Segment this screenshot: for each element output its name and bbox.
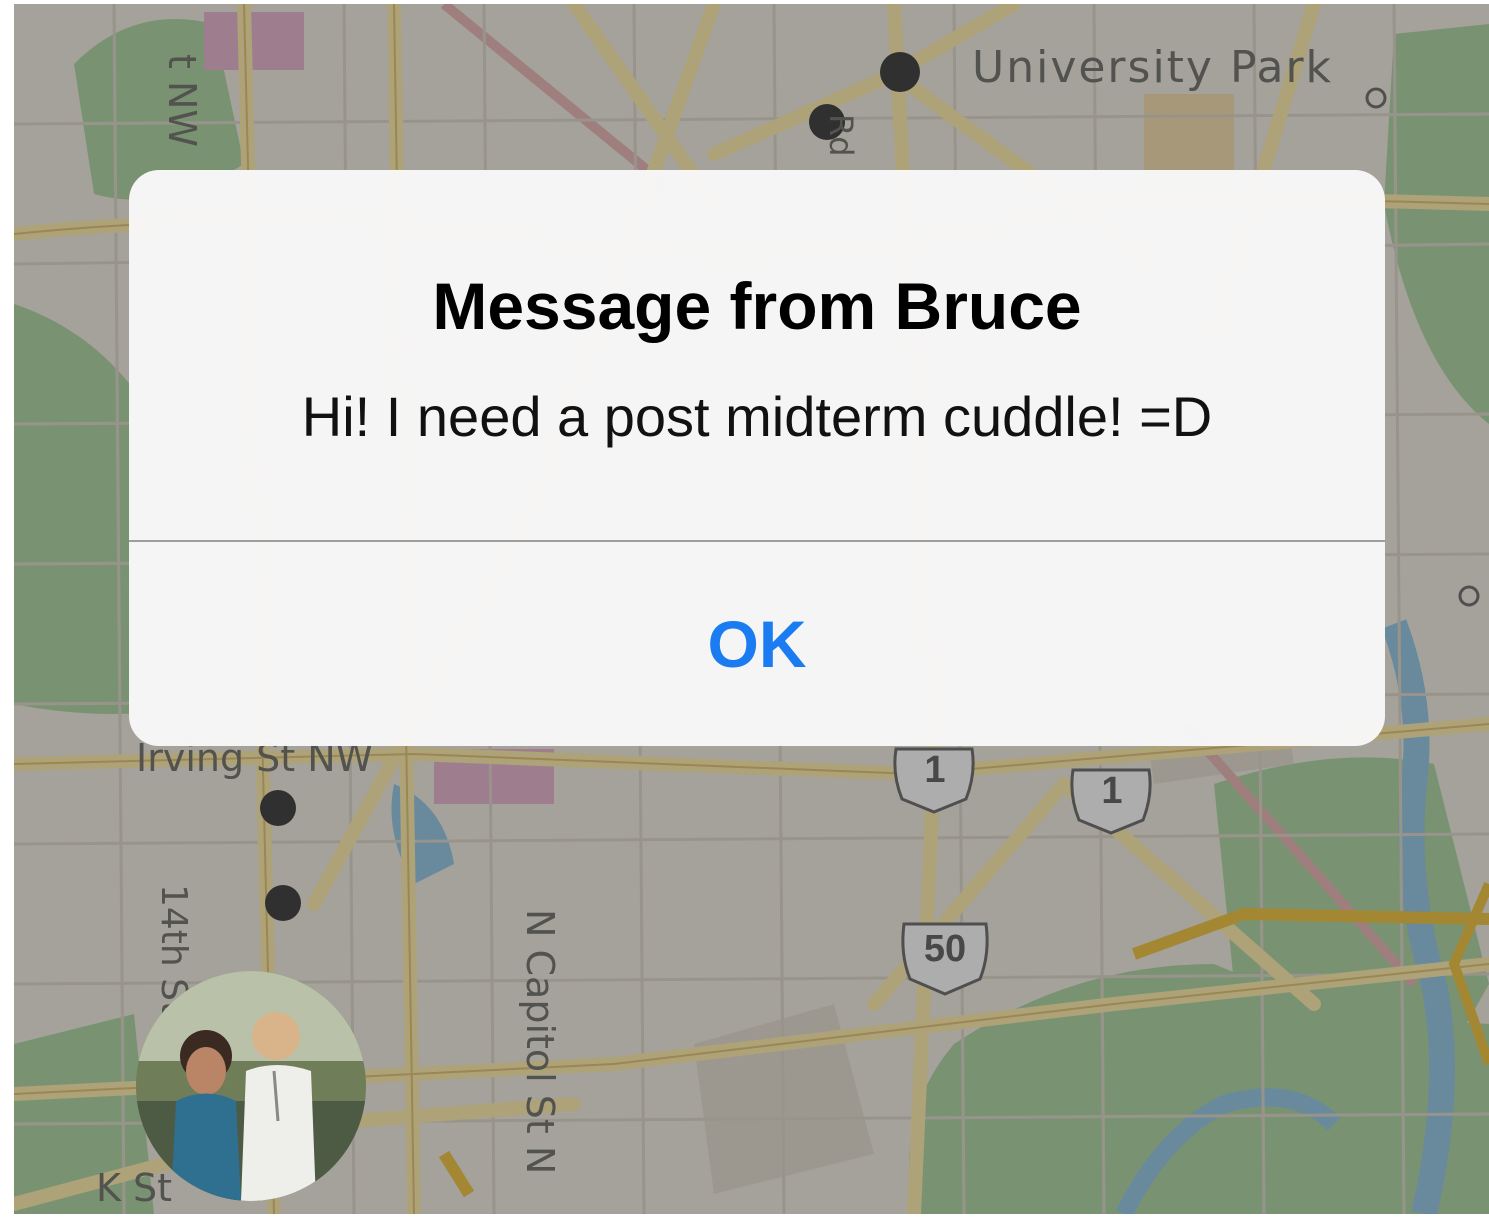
avatar-photo <box>136 971 366 1201</box>
avatar[interactable] <box>136 971 366 1201</box>
alert-dialog: Message from Bruce Hi! I need a post mid… <box>129 170 1385 746</box>
ok-button[interactable]: OK <box>129 542 1385 746</box>
alert-title: Message from Bruce <box>432 269 1082 343</box>
alert-message: Hi! I need a post midterm cuddle! =D <box>301 385 1213 448</box>
screen: University Park Irving St NW K St 14th S… <box>14 4 1489 1214</box>
